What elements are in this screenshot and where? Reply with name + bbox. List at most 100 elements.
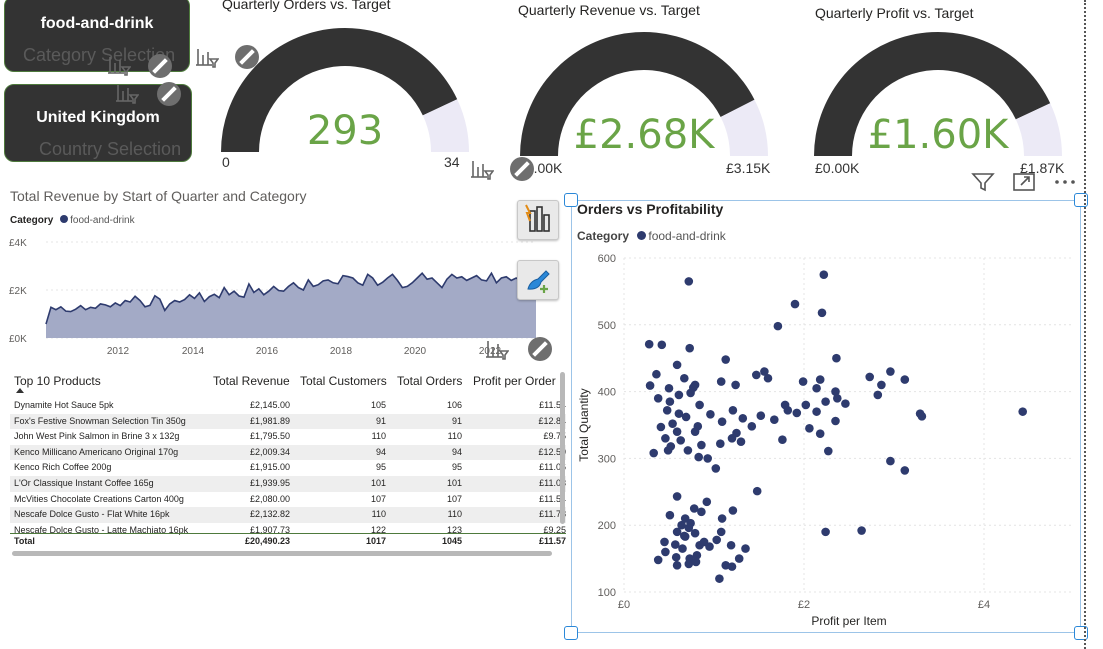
scatter-point[interactable] xyxy=(877,380,886,390)
gauge-chart[interactable]: £1.60K xyxy=(808,24,1068,174)
slicer-visual-icon[interactable] xyxy=(106,54,132,78)
scatter-point[interactable] xyxy=(680,373,689,383)
scatter-point[interactable] xyxy=(790,299,800,309)
scatter-point[interactable] xyxy=(712,535,721,545)
scatter-point[interactable] xyxy=(703,454,712,463)
table-row[interactable]: Dynamite Hot Sauce 5pk £2,145.00 105 106 £11… xyxy=(10,398,566,414)
scatter-point[interactable] xyxy=(833,393,842,403)
scatter-point[interactable] xyxy=(900,375,910,384)
scatter-point[interactable] xyxy=(676,436,685,445)
scatter-point[interactable] xyxy=(900,466,910,475)
scatter-point[interactable] xyxy=(716,527,726,537)
table-row[interactable]: Kenco Millicano Americano Original 170g £… xyxy=(10,444,566,461)
scatter-point[interactable] xyxy=(711,464,721,473)
scatter-point[interactable] xyxy=(715,574,724,583)
scatter-chart[interactable]: 100 200 300 400 500 600 £0 £2 £4 Profit per Item T… xyxy=(574,245,1079,635)
scatter-point[interactable] xyxy=(721,355,730,364)
scatter-point[interactable] xyxy=(819,270,829,279)
table-row[interactable]: Fox's Festive Snowman Selection Tin 350g… xyxy=(10,413,566,430)
scatter-point[interactable] xyxy=(684,559,694,569)
scatter-point[interactable] xyxy=(752,370,761,380)
scatter-point[interactable] xyxy=(672,492,682,501)
scatter-point[interactable] xyxy=(773,321,783,331)
scatter-point[interactable] xyxy=(717,514,727,523)
scatter-point[interactable] xyxy=(665,510,675,520)
table-row[interactable]: Nescafe Dolce Gusto - Flat White 16pk £2,… xyxy=(10,507,566,523)
scatter-point[interactable] xyxy=(691,557,701,567)
filter-icon[interactable] xyxy=(970,170,996,194)
scatter-point[interactable] xyxy=(678,544,687,553)
scatter-point[interactable] xyxy=(812,383,821,393)
scatter-point[interactable] xyxy=(706,410,715,419)
no-filter-icon[interactable] xyxy=(528,337,552,361)
scatter-point[interactable] xyxy=(763,373,773,383)
scatter-point[interactable] xyxy=(798,377,808,386)
scatter-point[interactable] xyxy=(695,400,704,410)
scatter-point[interactable] xyxy=(752,486,762,496)
scatter-point[interactable] xyxy=(805,424,814,433)
scatter-point[interactable] xyxy=(821,397,830,406)
scatter-point[interactable] xyxy=(672,427,682,436)
scatter-point[interactable] xyxy=(841,399,850,408)
scatter-point[interactable] xyxy=(728,406,738,415)
build-visual-button[interactable] xyxy=(517,200,559,240)
scatter-point[interactable] xyxy=(917,412,927,421)
format-visual-button[interactable] xyxy=(517,260,559,300)
scatter-point[interactable] xyxy=(815,429,825,438)
scatter-point[interactable] xyxy=(801,400,811,410)
no-filter-icon[interactable] xyxy=(157,82,181,106)
scatter-point[interactable] xyxy=(683,446,693,455)
no-filter-icon[interactable] xyxy=(510,157,534,181)
table-row[interactable]: McVities Chocolate Creations Carton 400g… xyxy=(10,492,566,508)
scatter-point[interactable] xyxy=(644,339,654,349)
no-filter-icon[interactable] xyxy=(148,54,172,78)
scatter-point[interactable] xyxy=(815,375,825,384)
scatter-point[interactable] xyxy=(831,416,840,426)
scatter-point[interactable] xyxy=(684,277,694,286)
scatter-point[interactable] xyxy=(694,452,703,462)
more-options-icon[interactable] xyxy=(1052,170,1078,194)
scatter-point[interactable] xyxy=(731,380,740,390)
scatter-point[interactable] xyxy=(680,531,689,541)
table-row[interactable]: Kenco Rich Coffee 200g £1,915.00 95 95 £11.0… xyxy=(10,460,566,476)
top-products-table[interactable]: Top 10 Products Total Revenue Total Cust… xyxy=(10,370,568,560)
scatter-point[interactable] xyxy=(857,526,866,535)
scatter-point[interactable] xyxy=(656,422,666,432)
scatter-point[interactable] xyxy=(681,412,691,422)
scatter-point[interactable] xyxy=(660,537,669,547)
scatter-point[interactable] xyxy=(821,527,830,537)
scatter-point[interactable] xyxy=(653,393,663,403)
scatter-point[interactable] xyxy=(886,456,895,466)
scatter-point[interactable] xyxy=(1018,407,1027,416)
scatter-point[interactable] xyxy=(690,427,700,436)
focus-mode-icon[interactable] xyxy=(1011,170,1037,194)
scatter-point[interactable] xyxy=(661,434,670,443)
scatter-point[interactable] xyxy=(671,552,681,562)
scatter-point[interactable] xyxy=(674,390,684,400)
scatter-point[interactable] xyxy=(741,544,750,553)
scatter-point[interactable] xyxy=(697,507,706,517)
table-visual-icon[interactable] xyxy=(484,338,510,362)
table-header-revenue[interactable]: Total Revenue xyxy=(213,374,290,388)
scatter-point[interactable] xyxy=(728,506,738,515)
table-header-orders[interactable]: Total Orders xyxy=(397,374,462,388)
gauge-visual-icon[interactable] xyxy=(469,158,495,182)
scatter-point[interactable] xyxy=(732,428,741,438)
scatter-point[interactable] xyxy=(886,367,895,376)
table-header-product[interactable]: Top 10 Products xyxy=(14,374,101,388)
scatter-point[interactable] xyxy=(716,377,726,386)
scatter-point[interactable] xyxy=(662,406,672,415)
scatter-point[interactable] xyxy=(832,353,841,363)
scatter-point[interactable] xyxy=(685,343,694,353)
scatter-point[interactable] xyxy=(663,446,673,455)
scatter-point[interactable] xyxy=(672,560,682,570)
scatter-point[interactable] xyxy=(697,440,706,450)
scatter-point[interactable] xyxy=(653,555,663,565)
area-chart[interactable]: £0K£2K£4K2012 2014 2016 2018 2020 2022 xyxy=(0,232,540,362)
slicer-visual-icon[interactable] xyxy=(114,82,140,106)
table-header-customers[interactable]: Total Customers xyxy=(300,374,387,388)
scatter-point[interactable] xyxy=(812,407,821,416)
scatter-point[interactable] xyxy=(645,381,655,390)
scatter-point[interactable] xyxy=(747,422,757,431)
sort-arrow-icon[interactable] xyxy=(16,388,24,393)
